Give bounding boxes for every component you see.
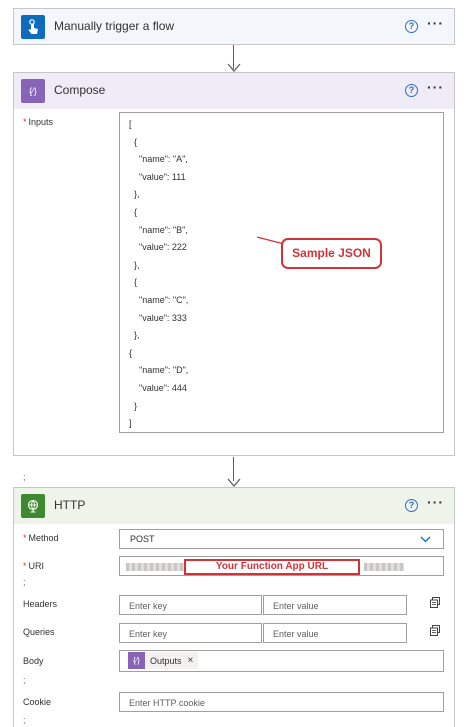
remove-token-icon[interactable]: × <box>188 655 194 666</box>
json-line: "value": 111 <box>129 172 186 182</box>
json-line: }, <box>129 189 140 199</box>
trigger-title: Manually trigger a flow <box>54 19 175 33</box>
headers-value-input[interactable]: Enter value <box>263 595 407 615</box>
json-line: { <box>129 277 138 287</box>
cookie-label: Cookie <box>23 697 52 707</box>
json-line: [ <box>129 119 132 129</box>
trigger-more-options-icon[interactable]: ··· <box>427 15 444 31</box>
queries-key-input[interactable]: Enter key <box>119 623 262 643</box>
sample-json-annotation: Sample JSON <box>281 238 382 269</box>
chevron-down-icon <box>420 536 431 543</box>
semicolon: ; <box>23 472 26 482</box>
queries-value-placeholder: Enter value <box>273 629 319 639</box>
http-title: HTTP <box>54 498 86 512</box>
json-line: }, <box>129 330 140 340</box>
method-value: POST <box>130 534 155 544</box>
body-label: Body <box>23 656 44 666</box>
uri-label: * URI <box>23 561 44 571</box>
switch-to-text-mode-icon[interactable] <box>430 597 440 608</box>
json-line: "value": 444 <box>129 383 187 393</box>
redacted-text <box>126 563 186 571</box>
queries-key-placeholder: Enter key <box>129 629 168 639</box>
outputs-token-label: Outputs <box>150 655 182 666</box>
http-more-options-icon[interactable]: ··· <box>427 494 444 510</box>
headers-key-placeholder: Enter key <box>129 601 168 611</box>
headers-label: Headers <box>23 599 58 609</box>
json-line: }, <box>129 260 140 270</box>
compose-help-icon[interactable]: ? <box>405 84 418 97</box>
inputs-label: * Inputs <box>23 117 53 127</box>
function-app-url-annotation: Your Function App URL <box>184 559 360 575</box>
outputs-token[interactable]: {⁄} Outputs × <box>128 652 199 669</box>
json-line: { <box>129 207 138 217</box>
trigger-card-header[interactable]: Manually trigger a flow ? ··· <box>14 9 454 45</box>
semicolon: ; <box>23 577 26 587</box>
json-line: "name": "C", <box>129 295 189 305</box>
json-line: "name": "A", <box>129 154 188 164</box>
queries-label: Queries <box>23 627 55 637</box>
cookie-placeholder: Enter HTTP cookie <box>129 698 205 708</box>
method-label: * Method <box>23 533 59 543</box>
queries-value-input[interactable]: Enter value <box>263 623 407 643</box>
json-line: } <box>129 401 138 411</box>
redacted-text <box>364 563 404 571</box>
compose-icon-glyph: {⁄} <box>29 86 37 96</box>
http-help-icon[interactable]: ? <box>405 499 418 512</box>
inputs-label-text: Inputs <box>28 117 54 127</box>
method-dropdown[interactable]: POST <box>119 529 444 549</box>
json-line: "name": "B", <box>129 225 188 235</box>
json-line: { <box>129 348 133 358</box>
compose-card-header[interactable]: {⁄} Compose ? ··· <box>14 73 454 109</box>
headers-value-placeholder: Enter value <box>273 601 319 611</box>
json-line: ] <box>129 418 132 428</box>
json-line: "name": "D", <box>129 365 189 375</box>
headers-key-input[interactable]: Enter key <box>119 595 262 615</box>
switch-to-text-mode-icon[interactable] <box>430 625 440 636</box>
trigger-help-icon[interactable]: ? <box>405 20 418 33</box>
required-marker: * <box>23 561 27 571</box>
method-label-text: Method <box>28 533 59 543</box>
uri-label-text: URI <box>28 561 45 571</box>
json-line: { <box>129 137 138 147</box>
trigger-card[interactable]: Manually trigger a flow ? ··· <box>13 8 455 45</box>
http-card-header[interactable]: HTTP ? ··· <box>14 488 454 524</box>
http-globe-icon <box>21 494 45 518</box>
manual-trigger-icon <box>21 15 45 39</box>
json-line: "value": 333 <box>129 313 187 323</box>
compose-title: Compose <box>54 83 106 97</box>
json-line: "value": 222 <box>129 242 187 252</box>
compose-more-options-icon[interactable]: ··· <box>427 79 444 95</box>
required-marker: * <box>23 117 27 127</box>
compose-token-icon: {⁄} <box>128 652 145 669</box>
semicolon: ; <box>23 715 26 725</box>
compose-icon: {⁄} <box>21 79 45 103</box>
semicolon: ; <box>23 675 26 685</box>
cookie-input[interactable]: Enter HTTP cookie <box>119 692 444 712</box>
required-marker: * <box>23 533 27 543</box>
compose-inputs-editor[interactable]: [ { "name": "A", "value": 111 }, { "name… <box>119 112 444 433</box>
